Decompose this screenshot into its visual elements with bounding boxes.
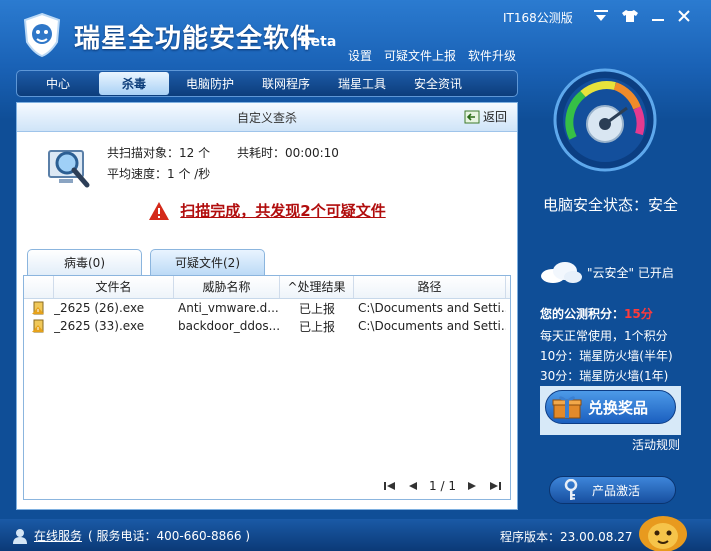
back-label: 返回 bbox=[482, 110, 507, 124]
cloud-icon bbox=[541, 262, 582, 283]
points-rules: 每天正常使用，1个积分 10分：瑞星防火墙(半年) 30分：瑞星防火墙(1年) bbox=[540, 326, 673, 386]
user-service-icon bbox=[13, 528, 27, 544]
lion-mascot-icon bbox=[639, 516, 687, 551]
tab-security-news[interactable]: 安全资讯 bbox=[403, 72, 473, 95]
upgrade-link[interactable]: 软件升级 bbox=[468, 47, 516, 64]
cell-filename: _2625 (26).exe bbox=[54, 301, 145, 315]
cell-path: C:\Documents and Setti... bbox=[358, 319, 506, 333]
first-page-icon[interactable] bbox=[383, 481, 397, 491]
points-value: 15分 bbox=[624, 307, 653, 321]
scan-result: 扫描完成，共发现2个可疑文件 bbox=[17, 200, 517, 221]
main-nav: 中心 杀毒 电脑防护 联网程序 瑞星工具 安全资讯 bbox=[16, 70, 518, 97]
tab-virus[interactable]: 病毒(0) bbox=[27, 249, 142, 275]
product-activation-button[interactable]: 产品激活 bbox=[549, 476, 676, 504]
tab-pc-protection[interactable]: 电脑防护 bbox=[175, 72, 245, 95]
result-tabs: 病毒(0) 可疑文件(2) bbox=[27, 249, 265, 275]
sort-asc-icon: ^ bbox=[287, 280, 298, 294]
scan-objects-count: 共扫描对象：12 个 bbox=[107, 146, 211, 160]
security-status: 电脑安全状态：安全 bbox=[543, 196, 679, 214]
cell-threat: backdoor_ddos... bbox=[178, 319, 280, 333]
key-icon bbox=[564, 479, 578, 500]
back-button[interactable]: 返回 bbox=[464, 108, 507, 125]
app-title: 瑞星全功能安全软件 bbox=[74, 24, 318, 54]
column-header-threat[interactable]: 威胁名称 bbox=[174, 276, 280, 298]
service-phone: ( 服务电话：400-660-8866 ) bbox=[88, 529, 251, 543]
cloud-security-label: "云安全" 已开启 bbox=[587, 265, 674, 280]
rule-30-points: 30分：瑞星防火墙(1年) bbox=[540, 369, 669, 383]
list-header: 文件名 威胁名称 ^处理结果 路径 bbox=[24, 276, 510, 299]
suspicious-file-icon bbox=[24, 319, 54, 333]
scan-speed: 平均速度：1 个 /秒 bbox=[107, 167, 211, 181]
security-gauge-icon bbox=[553, 68, 657, 172]
cloud-security-status: "云安全" 已开启 bbox=[539, 260, 674, 284]
scan-stats: 共扫描对象：12 个 平均速度：1 个 /秒 bbox=[107, 143, 210, 185]
tab-network-programs[interactable]: 联网程序 bbox=[251, 72, 321, 95]
column-header-filename[interactable]: 文件名 bbox=[54, 276, 174, 298]
rule-10-points: 10分：瑞星防火墙(半年) bbox=[540, 349, 673, 363]
lion-shield-logo bbox=[23, 12, 61, 58]
report-suspicious-link[interactable]: 可疑文件上报 bbox=[384, 47, 456, 64]
app-window: 瑞星全功能安全软件 Beta IT168公测版 设置 可疑文件上报 软件升级 中… bbox=[0, 0, 711, 551]
magnifier-monitor-icon bbox=[48, 150, 90, 188]
suspicious-file-icon bbox=[24, 301, 54, 315]
product-activation-label: 产品激活 bbox=[592, 483, 641, 498]
column-header-icon bbox=[24, 276, 54, 298]
table-row[interactable]: _2625 (26).exe Anti_vmware.d... 已上报 C:\D… bbox=[24, 299, 510, 317]
scan-panel: 自定义查杀 返回 共扫描对象：12 个 平均速度：1 个 /秒 共耗时：00:0… bbox=[16, 102, 518, 510]
page-indicator: 1 / 1 bbox=[429, 479, 456, 493]
close-icon[interactable] bbox=[674, 6, 694, 26]
gift-icon bbox=[552, 396, 582, 419]
beta-label: Beta bbox=[300, 34, 337, 50]
beta-points: 您的公测积分：15分 bbox=[540, 307, 653, 321]
edition-label: IT168公测版 bbox=[503, 11, 573, 25]
tab-center[interactable]: 中心 bbox=[23, 72, 93, 95]
rule-daily: 每天正常使用，1个积分 bbox=[540, 329, 668, 343]
tab-rising-tools[interactable]: 瑞星工具 bbox=[327, 72, 397, 95]
tab-suspicious-files[interactable]: 可疑文件(2) bbox=[150, 249, 265, 275]
panel-title: 自定义查杀 bbox=[236, 111, 297, 125]
online-service-link[interactable]: 在线服务 bbox=[34, 527, 82, 544]
menu-dropdown-icon[interactable] bbox=[591, 6, 611, 26]
back-arrow-icon bbox=[464, 110, 480, 123]
pagination: 1 / 1 bbox=[383, 479, 502, 493]
next-page-icon[interactable] bbox=[466, 481, 478, 491]
prev-page-icon[interactable] bbox=[407, 481, 419, 491]
column-header-path[interactable]: 路径 bbox=[354, 276, 506, 298]
redeem-prize-label: 兑换奖品 bbox=[588, 398, 649, 417]
cell-result: 已上报 bbox=[298, 319, 335, 334]
service-info: 在线服务 ( 服务电话：400-660-8866 ) bbox=[12, 527, 250, 544]
top-links: 设置 可疑文件上报 软件升级 bbox=[348, 47, 516, 64]
column-header-result[interactable]: ^处理结果 bbox=[280, 276, 354, 298]
scan-elapsed-time: 共耗时：00:00:10 bbox=[237, 146, 339, 160]
minimize-icon[interactable] bbox=[648, 6, 668, 26]
cell-threat: Anti_vmware.d... bbox=[178, 301, 279, 315]
status-bar: 在线服务 ( 服务电话：400-660-8866 ) 程序版本：23.00.08… bbox=[0, 519, 711, 551]
cell-filename: _2625 (33).exe bbox=[54, 319, 145, 333]
suspicious-file-list: 文件名 威胁名称 ^处理结果 路径 _2625 (26).exe Anti_vm… bbox=[23, 275, 511, 500]
table-row[interactable]: _2625 (33).exe backdoor_ddos... 已上报 C:\D… bbox=[24, 317, 510, 335]
program-version: 程序版本：23.00.08.27 bbox=[500, 530, 633, 544]
settings-link[interactable]: 设置 bbox=[348, 47, 372, 64]
redeem-prize-button[interactable]: 兑换奖品 bbox=[545, 390, 676, 424]
skin-shirt-icon[interactable] bbox=[620, 6, 640, 26]
warning-icon bbox=[149, 201, 170, 220]
cell-path: C:\Documents and Setti... bbox=[358, 301, 506, 315]
tab-antivirus[interactable]: 杀毒 bbox=[99, 72, 169, 95]
panel-header: 自定义查杀 返回 bbox=[17, 103, 517, 132]
last-page-icon[interactable] bbox=[488, 481, 502, 491]
cell-result: 已上报 bbox=[298, 301, 335, 316]
scan-result-text[interactable]: 扫描完成，共发现2个可疑文件 bbox=[180, 200, 385, 221]
activity-rules-link[interactable]: 活动规则 bbox=[632, 436, 680, 453]
